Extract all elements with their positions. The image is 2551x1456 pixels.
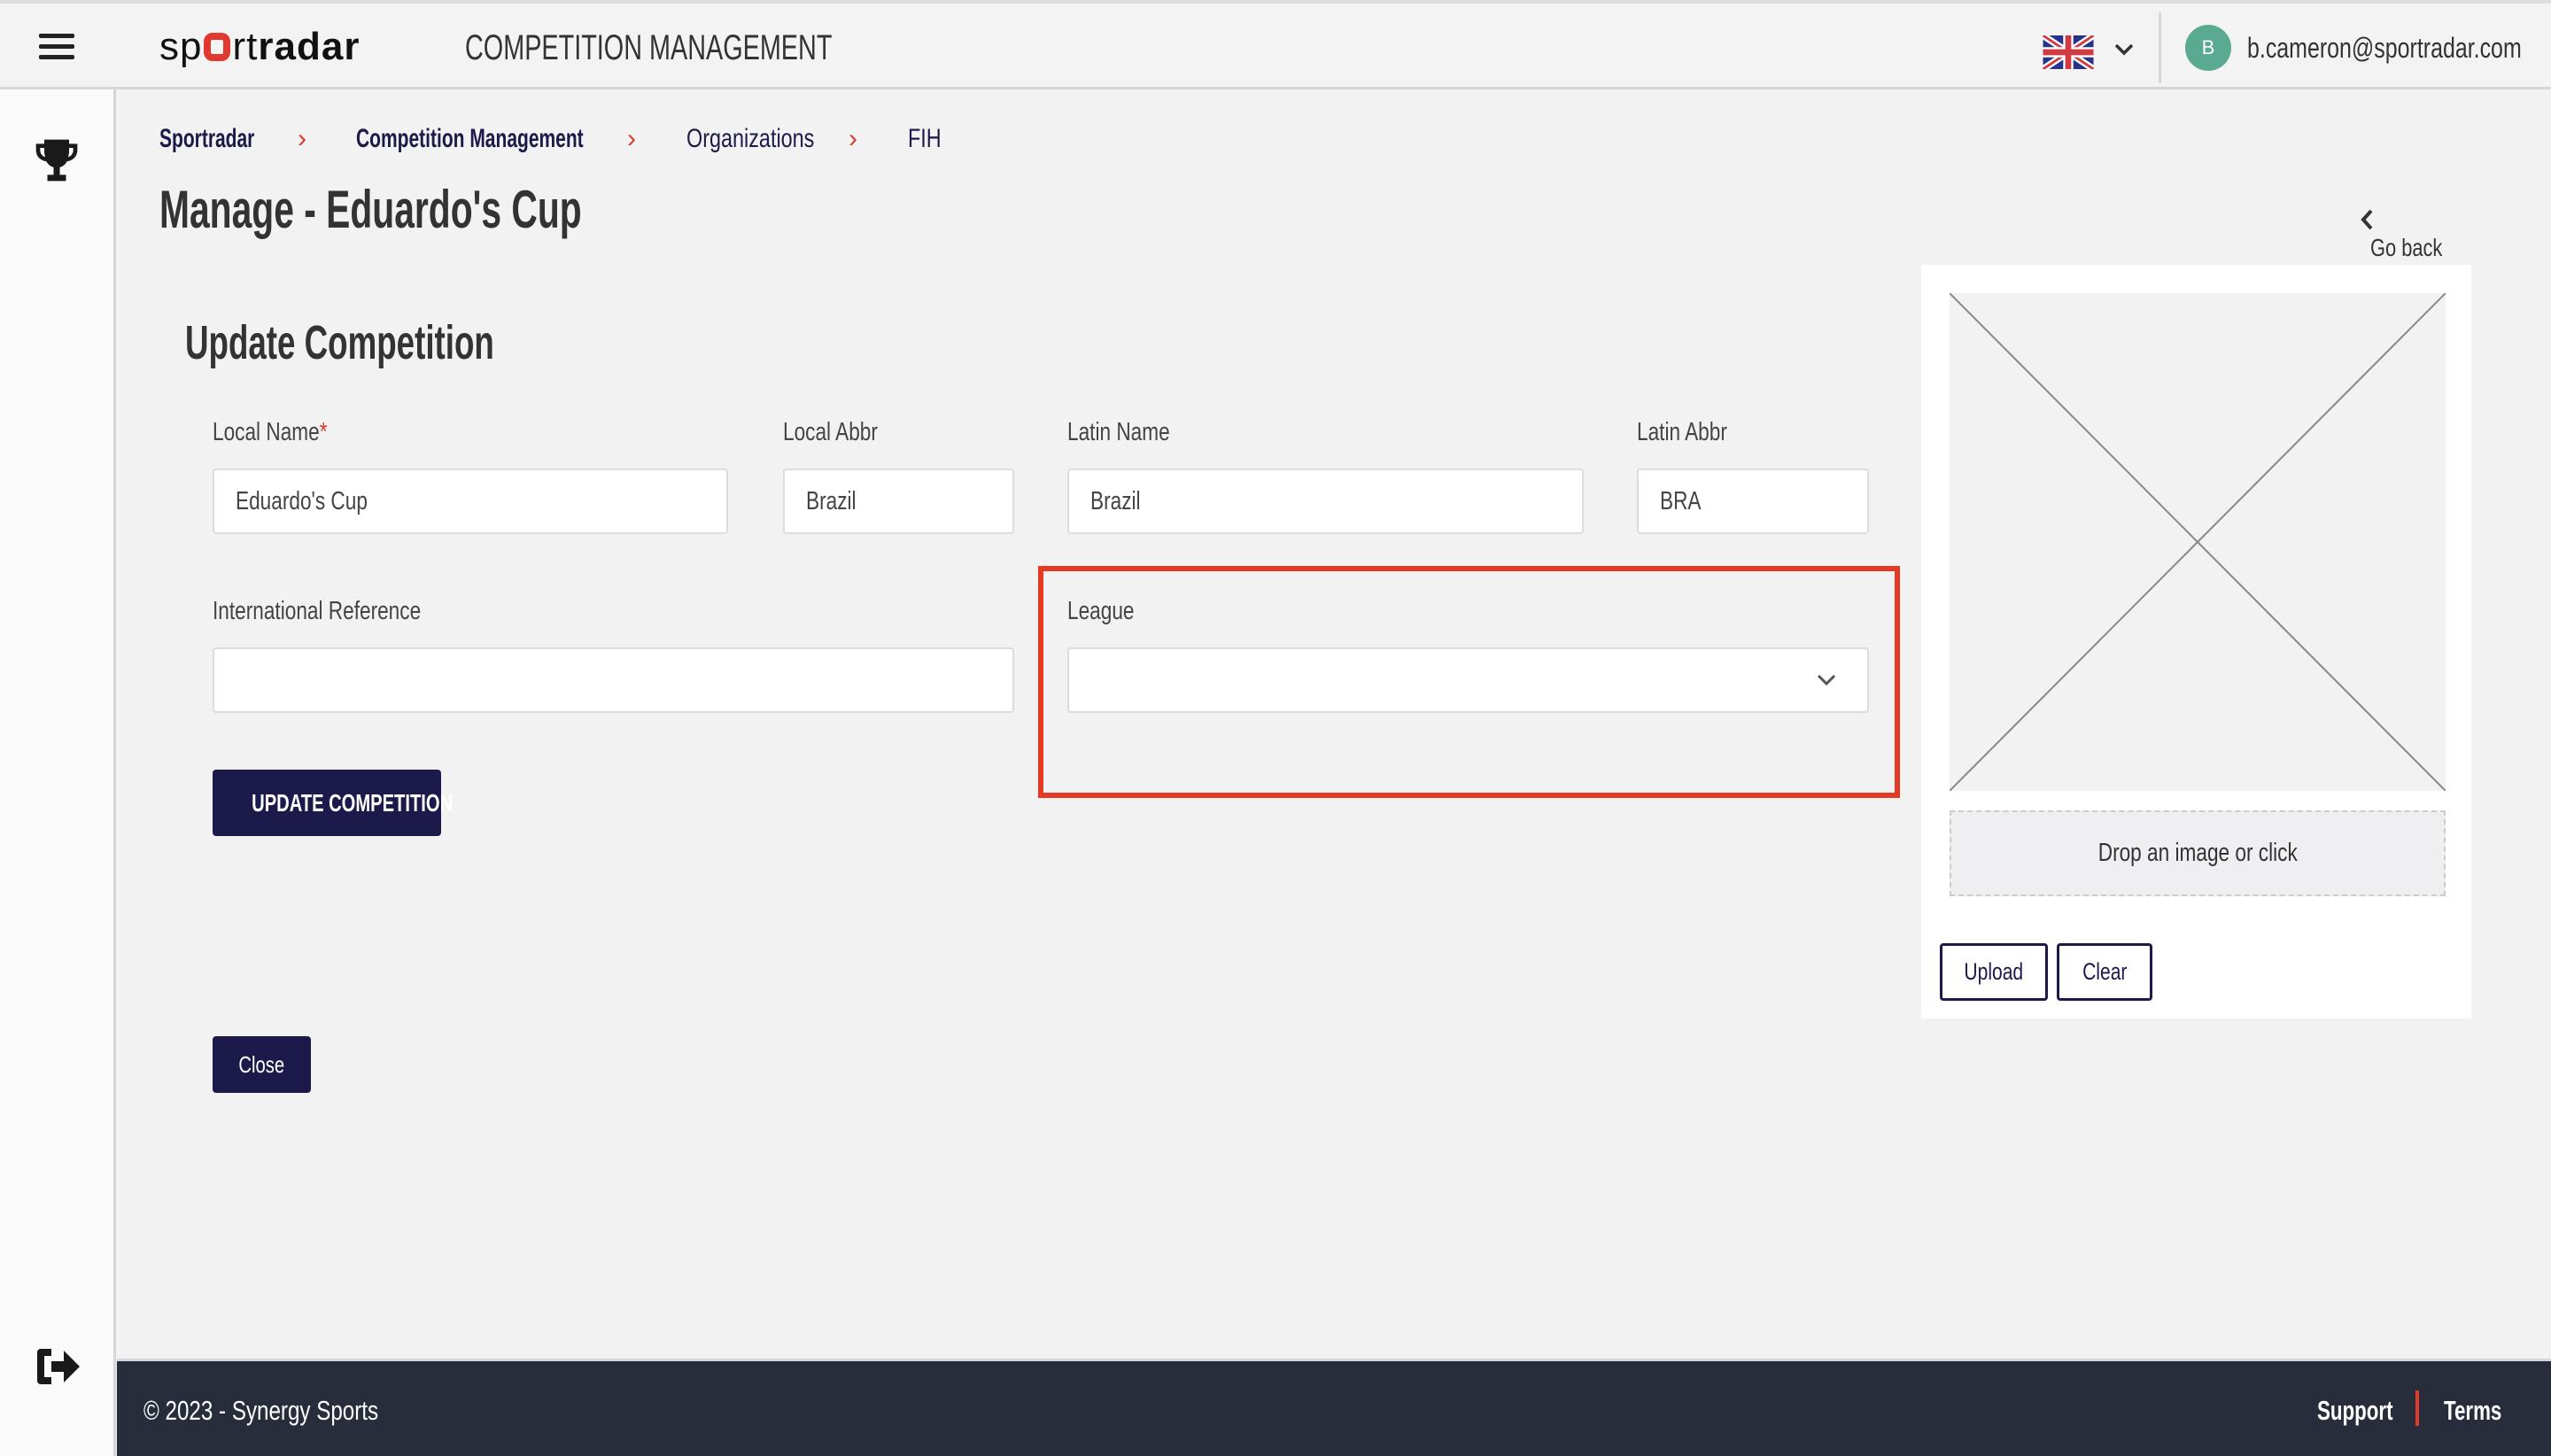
chevron-left-icon bbox=[2361, 209, 2373, 229]
uk-flag-icon[interactable] bbox=[2041, 32, 2096, 73]
clear-button[interactable]: Clear bbox=[2057, 943, 2152, 1001]
update-competition-button[interactable]: UPDATE COMPETITION bbox=[213, 770, 453, 836]
language-chevron-down-icon[interactable] bbox=[2113, 39, 2135, 60]
footer-divider bbox=[2415, 1390, 2419, 1426]
local-name-label: Local Name* bbox=[213, 418, 328, 446]
app-title: COMPETITION MANAGEMENT bbox=[465, 28, 833, 67]
breadcrumb-chevron-icon: › bbox=[627, 124, 636, 153]
close-button[interactable]: Close bbox=[213, 1036, 311, 1093]
international-reference-input[interactable] bbox=[213, 647, 1014, 713]
form-title: Update Competition bbox=[185, 316, 494, 369]
image-panel: Drop an image or click Upload Clear bbox=[1921, 265, 2471, 1018]
terms-link[interactable]: Terms bbox=[2444, 1395, 2524, 1427]
chevron-down-icon bbox=[1817, 674, 1836, 686]
local-abbr-label: Local Abbr bbox=[783, 418, 878, 446]
go-back-link[interactable]: Go back bbox=[2360, 204, 2466, 262]
user-email[interactable]: b.cameron@sportradar.com bbox=[2247, 32, 2551, 65]
hamburger-menu-icon[interactable] bbox=[39, 34, 74, 60]
local-abbr-input[interactable]: Brazil bbox=[783, 469, 1014, 534]
footer: © 2023 - Synergy Sports Support Terms bbox=[117, 1359, 2551, 1456]
league-label: League bbox=[1067, 597, 1135, 625]
latin-name-label: Latin Name bbox=[1067, 418, 1170, 446]
local-name-input[interactable]: Eduardo's Cup bbox=[213, 469, 728, 534]
image-placeholder bbox=[1949, 292, 2446, 792]
top-header: sp rtradar COMPETITION MANAGEMENT B b.cam… bbox=[0, 0, 2551, 89]
league-select[interactable] bbox=[1067, 647, 1869, 713]
upload-button[interactable]: Upload bbox=[1940, 943, 2048, 1001]
latin-name-input[interactable]: Brazil bbox=[1067, 469, 1584, 534]
breadcrumb-organizations[interactable]: Organizations bbox=[686, 124, 850, 154]
sidebar bbox=[0, 89, 116, 1456]
logout-icon[interactable] bbox=[34, 1345, 87, 1390]
copyright: © 2023 - Synergy Sports bbox=[143, 1395, 379, 1426]
latin-abbr-label: Latin Abbr bbox=[1637, 418, 1727, 446]
user-email-text: b.cameron@sportradar.com bbox=[2247, 32, 2522, 64]
breadcrumb-chevron-icon: › bbox=[849, 124, 857, 153]
image-dropzone[interactable]: Drop an image or click bbox=[1950, 810, 2446, 896]
header-divider bbox=[2159, 12, 2161, 83]
trophy-icon[interactable] bbox=[32, 136, 85, 189]
breadcrumb-fih: FIH bbox=[908, 124, 942, 153]
page-title: Manage - Eduardo's Cup bbox=[159, 180, 582, 239]
avatar[interactable]: B bbox=[2185, 25, 2231, 71]
latin-abbr-input[interactable]: BRA bbox=[1637, 469, 1869, 534]
breadcrumb-sportradar[interactable]: Sportradar bbox=[159, 124, 295, 154]
sportradar-logo[interactable]: sp rtradar bbox=[159, 25, 360, 69]
support-link[interactable]: Support bbox=[2317, 1395, 2423, 1427]
breadcrumb-chevron-icon: › bbox=[298, 124, 306, 153]
international-reference-label: International Reference bbox=[213, 597, 422, 625]
